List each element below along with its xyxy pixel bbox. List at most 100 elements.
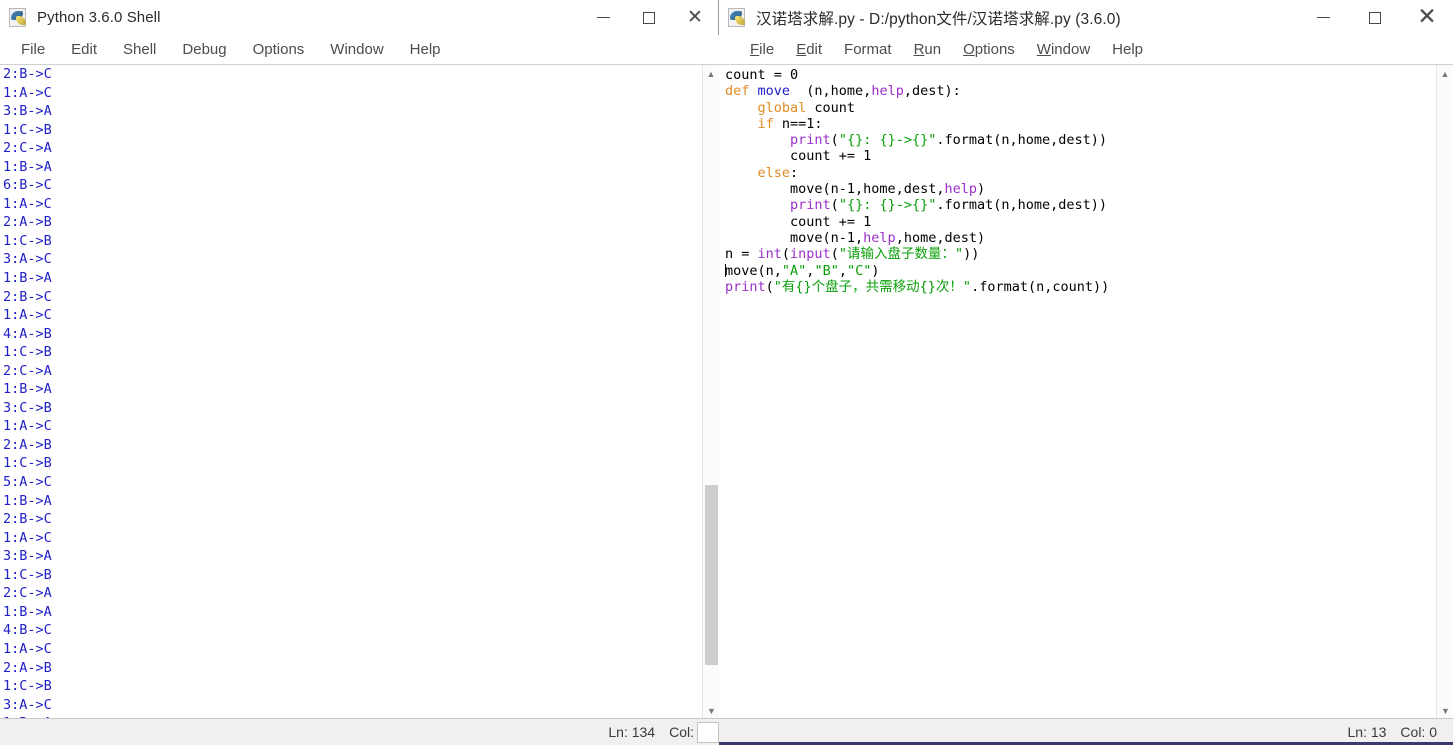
editor-menu-options[interactable]: Options [952,39,1026,60]
editor-menu-format[interactable]: Format [833,39,903,60]
shell-line-number: Ln: 134 [608,724,656,740]
shell-output-line: 1:A->C [3,529,52,546]
shell-vertical-scrollbar[interactable]: ▲ ▼ [702,65,719,718]
code-line: move(n-1,help,home,dest) [725,230,1109,246]
shell-output-line: 3:C->B [3,399,52,416]
code-token: .format(n,home,dest)) [936,132,1108,149]
code-line: n = int(input("请输入盘子数量：")) [725,246,1109,262]
code-token: count += 1 [725,148,872,165]
shell-maximize-button[interactable] [626,0,672,35]
code-token: "B" [814,262,839,279]
code-token: ( [765,278,774,295]
code-token: count += 1 [725,213,872,230]
code-token: ( [781,246,791,263]
shell-output-text: 2:B->C 1:A->C 3:B->A 1:C->B 2:C->A 1:B->A 6:B-… [3,65,181,718]
code-token: (n,home, [798,83,872,100]
editor-minimize-button[interactable] [1297,0,1349,35]
editor-menu-edit[interactable]: Edit [785,39,833,60]
shell-output-line: 3:A->C [3,251,52,268]
editor-line-number: Ln: 13 [1347,724,1387,740]
code-token: help [863,229,896,246]
shell-menu-window[interactable]: Window [317,39,396,60]
chevron-up-icon[interactable]: ▲ [703,65,719,82]
shell-output-line: 2:A->B [3,214,52,231]
shell-output-line: 1:C->B [3,232,52,249]
shell-output-line: 3:B->A [3,548,52,565]
shell-output-line: 1:C->B [3,344,52,361]
code-token: global [757,99,807,116]
code-token: 0 [790,67,799,83]
chevron-down-icon[interactable]: ▼ [703,702,719,718]
code-token: "{}: {}->{}" [838,197,937,214]
shell-output-line: 6:B->C [3,177,52,194]
editor-menu-file[interactable]: File [739,39,785,60]
code-token: move(n, [725,262,782,279]
shell-menu-edit[interactable]: Edit [58,39,110,60]
minimize-icon [1316,17,1330,18]
shell-output-line: 3:A->C [3,696,52,713]
shell-menu-help[interactable]: Help [397,39,454,60]
code-line: count += 1 [725,214,1109,230]
maximize-icon [1369,11,1381,24]
shell-output-line: 1:B->A [3,270,52,287]
shell-minimize-button[interactable] [580,0,626,35]
editor-menu-window[interactable]: Window [1026,39,1101,60]
code-line: if n==1: [725,116,1109,132]
shell-menu-options[interactable]: Options [240,39,318,60]
code-token: )) [963,246,980,263]
code-token: "请输入盘子数量：" [838,246,964,263]
shell-menu-shell[interactable]: Shell [110,39,169,60]
editor-maximize-button[interactable] [1349,0,1401,35]
shell-close-button[interactable]: ✕ [672,0,718,35]
code-token: n = [725,246,758,263]
editor-vertical-scrollbar[interactable]: ▲ ▼ [1436,65,1453,718]
shell-menu-debug[interactable]: Debug [169,39,239,60]
code-token: if [757,115,774,132]
shell-output-line: 1:C->B [3,678,52,695]
code-token: move(n-1,home,dest, [725,181,945,198]
shell-output-line: 2:B->C [3,288,52,305]
shell-output-line: 1:A->C [3,418,52,435]
editor-window-title: 汉诺塔求解.py - D:/python文件/汉诺塔求解.py (3.6.0) [756,10,1121,28]
shell-window-controls: ✕ [580,0,718,35]
shell-output-line: 1:A->C [3,640,52,657]
chevron-up-icon[interactable]: ▲ [1437,65,1453,82]
editor-menu-run[interactable]: Run [903,39,953,60]
shell-titlebar[interactable]: Python 3.6.0 Shell ✕ [0,0,718,35]
code-line: global count [725,100,1109,116]
shell-scrollbar-thumb[interactable] [705,485,718,665]
editor-window-controls: ✕ [1297,0,1453,35]
editor-source-code: count = 0 def move (n,home,help,dest): gl… [725,67,1109,295]
shell-menu-file[interactable]: File [8,39,58,60]
code-line: move(n-1,home,dest,help) [725,181,1109,197]
shell-output-line: 1:A->C [3,195,52,212]
python-logo-icon [727,7,749,29]
shell-output-line: 2:B->C [3,511,52,528]
code-token: ,dest): [903,83,961,100]
shell-output-line: 2:B->C [3,66,52,82]
editor-menu-help[interactable]: Help [1101,39,1154,60]
editor-menubar: File Edit Format Run Options Window Help [719,35,1453,64]
code-token: ) [871,262,880,279]
code-token: count = [725,67,791,83]
chevron-down-icon[interactable]: ▼ [1437,702,1453,718]
shell-output-line: 2:C->A [3,140,52,157]
code-token: help [944,181,977,198]
code-token: .format(n,count)) [971,278,1110,295]
shell-output-line: 1:C->B [3,566,52,583]
shell-output-line: 2:A->B [3,659,52,676]
shell-output-line: 1:A->C [3,84,52,101]
shell-output-line: 1:B->A [3,158,52,175]
shell-output-line: 1:B->A [3,603,52,620]
minimize-icon [596,17,610,18]
idle-editor-window: 汉诺塔求解.py - D:/python文件/汉诺塔求解.py (3.6.0) … [719,0,1453,745]
shell-output-area[interactable]: 2:B->C 1:A->C 3:B->A 1:C->B 2:C->A 1:B->A 6:B-… [0,64,719,718]
editor-titlebar[interactable]: 汉诺塔求解.py - D:/python文件/汉诺塔求解.py (3.6.0) … [719,0,1453,35]
code-token: "有{}个盘子，共需移动{}次！" [773,278,972,295]
code-line: print("{}: {}->{}".format(n,home,dest)) [725,197,1109,213]
editor-close-button[interactable]: ✕ [1401,0,1453,35]
shell-output-line: 2:C->A [3,362,52,379]
editor-code-area[interactable]: count = 0 def move (n,home,help,dest): gl… [719,64,1453,718]
shell-output-line: 4:B->C [3,622,52,639]
